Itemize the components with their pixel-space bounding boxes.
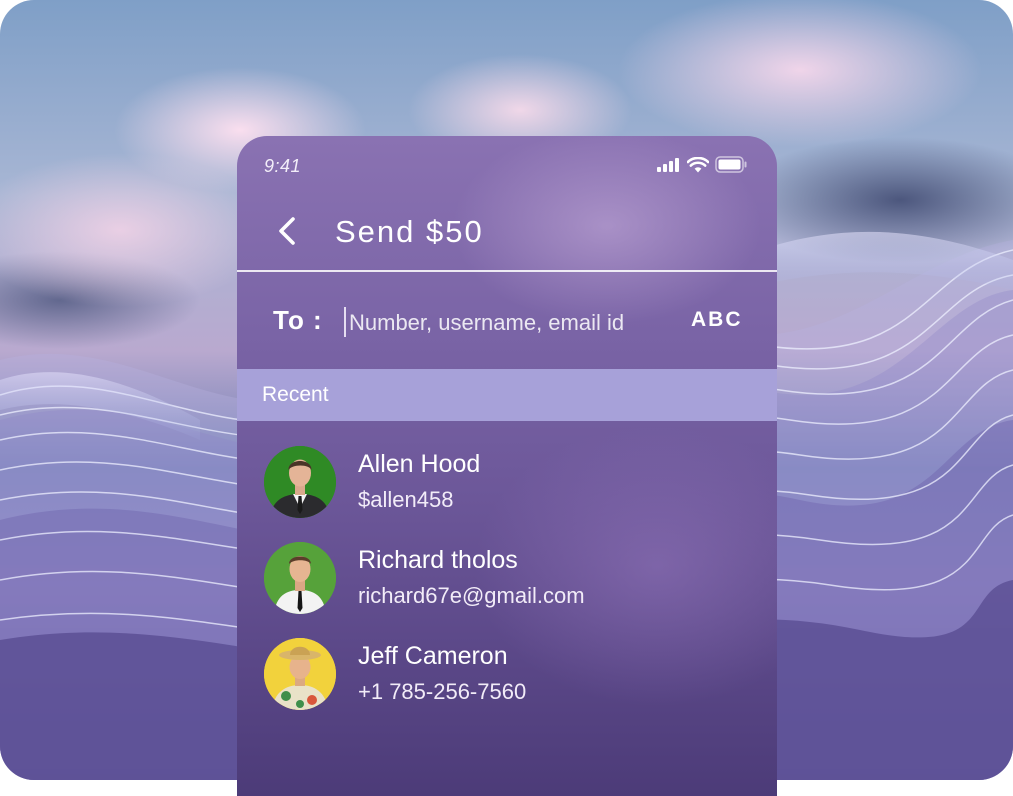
phone-screen: 9:41 Send $50 To: Number, username, ema… — [237, 136, 777, 796]
to-label: To : — [273, 305, 323, 335]
status-time: 9:41 — [264, 156, 302, 176]
recipient-input[interactable] — [349, 306, 679, 340]
contact-name: Richard tholos — [358, 546, 518, 574]
person-avatar-icon — [264, 542, 336, 614]
chevron-left-icon[interactable] — [273, 216, 303, 246]
avatar — [264, 638, 336, 710]
recent-section-header: Recent — [237, 369, 777, 421]
contact-handle: $allen458 — [358, 487, 454, 512]
battery-icon — [715, 156, 747, 173]
status-icons — [657, 156, 747, 173]
page-title: Send $50 — [335, 214, 484, 249]
contact-item-richard-tholos[interactable]: Richard tholos richard67e@gmail.com — [237, 532, 777, 622]
contact-handle: +1 785-256-7560 — [358, 679, 527, 704]
status-bar: 9:41 — [237, 136, 777, 194]
contact-handle: richard67e@gmail.com — [358, 583, 585, 608]
contact-item-allen-hood[interactable]: Allen Hood $allen458 — [237, 436, 777, 526]
header-bar: Send $50 — [237, 194, 777, 272]
avatar — [264, 542, 336, 614]
avatar — [264, 446, 336, 518]
recent-label: Recent — [262, 383, 329, 406]
text-caret — [344, 307, 346, 337]
wifi-icon — [687, 156, 709, 172]
contact-name: Allen Hood — [358, 450, 481, 478]
contact-item-jeff-cameron[interactable]: Jeff Cameron +1 785-256-7560 — [237, 628, 777, 718]
keyboard-toggle-button[interactable]: ABC — [691, 308, 743, 332]
recipient-row: To : ABC — [237, 272, 777, 368]
person-avatar-icon — [264, 446, 336, 518]
person-avatar-icon — [264, 638, 336, 710]
cellular-signal-icon — [657, 157, 679, 172]
contact-name: Jeff Cameron — [358, 642, 508, 670]
